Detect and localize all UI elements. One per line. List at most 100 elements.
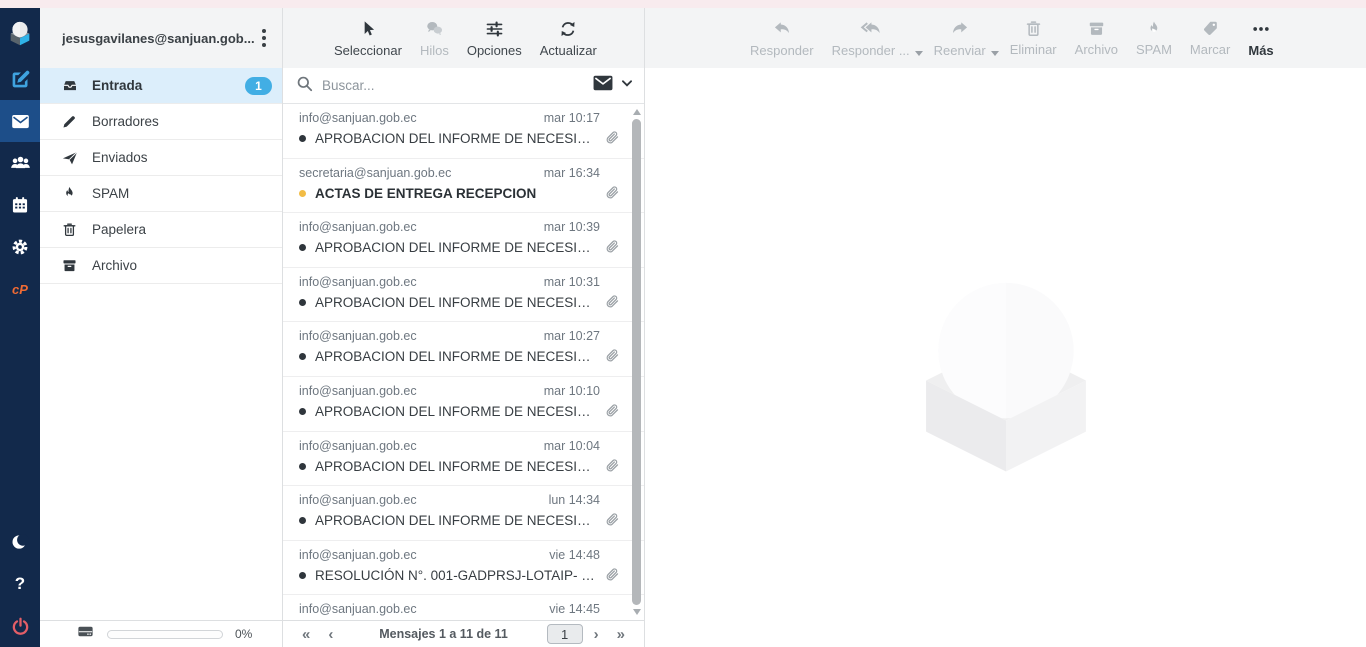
forward-icon: [949, 19, 971, 39]
message-sender: info@sanjuan.gob.ec: [299, 548, 417, 562]
send-icon: [60, 149, 79, 167]
message-subject: APROBACION DEL INFORME DE NECESIDA...: [315, 295, 600, 310]
mail-icon[interactable]: [0, 100, 40, 142]
power-icon[interactable]: [0, 605, 40, 647]
gear-icon[interactable]: [0, 226, 40, 268]
cpanel-icon[interactable]: cP: [0, 268, 40, 310]
first-page-button[interactable]: «: [295, 627, 317, 642]
reply-all-button[interactable]: Responder ...: [823, 17, 919, 60]
webmail-app: cP ? jesusgavilanes@sanjuan.gob....: [0, 8, 1366, 647]
message-sender: secretaria@sanjuan.gob.ec: [299, 166, 451, 180]
attachment-icon: [605, 566, 620, 583]
archive-button[interactable]: Archivo: [1066, 17, 1127, 59]
message-toolbar: Responder Responder ... Reenvi: [645, 8, 1366, 68]
reply-all-caret-icon[interactable]: [915, 51, 923, 56]
message-row[interactable]: secretaria@sanjuan.gob.ecmar 16:34 ACTAS…: [283, 159, 644, 214]
message-row[interactable]: info@sanjuan.gob.ecmar 10:39 APROBACION …: [283, 213, 644, 268]
more-button[interactable]: Más: [1239, 17, 1282, 60]
select-button[interactable]: Seleccionar: [325, 17, 411, 60]
calendar-icon[interactable]: [0, 184, 40, 226]
folder-item-borradores[interactable]: Borradores: [40, 104, 282, 140]
message-date: vie 14:48: [549, 548, 600, 562]
envelope-icon: [592, 74, 614, 97]
folder-item-archivo[interactable]: Archivo: [40, 248, 282, 284]
quota-percent: 0%: [235, 627, 252, 641]
kebab-menu-icon[interactable]: [254, 23, 274, 53]
scroll-down-icon[interactable]: [633, 609, 641, 615]
quota-progress: [107, 630, 223, 639]
message-date: mar 10:31: [544, 275, 600, 289]
message-date: vie 14:45: [549, 602, 600, 616]
folder-label: Enviados: [92, 150, 272, 165]
folder-label: SPAM: [92, 186, 272, 201]
folder-item-papelera[interactable]: Papelera: [40, 212, 282, 248]
reply-all-icon: [859, 19, 883, 39]
contacts-icon[interactable]: [0, 142, 40, 184]
page-number-input[interactable]: [547, 624, 583, 644]
message-sender: info@sanjuan.gob.ec: [299, 111, 417, 125]
message-row[interactable]: info@sanjuan.gob.ec mar 10:31 APROBACION …: [283, 268, 644, 323]
message-row[interactable]: info@sanjuan.gob.eclun 14:34 APROBACION …: [283, 486, 644, 541]
folder-label: Borradores: [92, 114, 272, 129]
reply-icon: [771, 19, 793, 39]
delete-button[interactable]: Eliminar: [1001, 17, 1066, 59]
attachment-icon: [605, 511, 620, 528]
next-page-button[interactable]: ›: [587, 627, 606, 642]
message-row[interactable]: info@sanjuan.gob.ec vie 14:48 RESOLUCIÓN …: [283, 541, 644, 596]
message-row[interactable]: info@sanjuan.gob.ecmar 10:10 APROBACION …: [283, 377, 644, 432]
message-date: mar 10:17: [544, 111, 600, 125]
threads-button[interactable]: Hilos: [411, 17, 458, 60]
reply-button[interactable]: Responder: [741, 17, 823, 60]
attachment-icon: [605, 293, 620, 310]
scroll-up-icon[interactable]: [633, 109, 641, 115]
message-subject: APROBACION DEL INFORME DE NECESIDA...: [315, 349, 600, 364]
message-sender: info@sanjuan.gob.ec: [299, 602, 417, 616]
refresh-button[interactable]: Actualizar: [531, 17, 606, 60]
message-sender: info@sanjuan.gob.ec: [299, 275, 417, 289]
message-sender: info@sanjuan.gob.ec: [299, 439, 417, 453]
message-row[interactable]: info@sanjuan.gob.ecmar 10:04 APROBACION …: [283, 432, 644, 487]
chevron-down-icon: [620, 76, 634, 95]
options-button[interactable]: Opciones: [458, 17, 531, 60]
message-row[interactable]: info@sanjuan.gob.ec vie 14:45: [283, 595, 644, 620]
search-input[interactable]: [322, 78, 584, 93]
cursor-icon: [358, 19, 378, 39]
roundcube-logo-icon: [0, 8, 40, 58]
trash-icon: [1024, 19, 1043, 38]
folder-item-spam[interactable]: SPAM: [40, 176, 282, 212]
message-row[interactable]: info@sanjuan.gob.ec mar 10:17 APROBACION …: [283, 104, 644, 159]
message-row[interactable]: info@sanjuan.gob.ecmar 10:27 APROBACION …: [283, 322, 644, 377]
last-page-button[interactable]: »: [610, 627, 632, 642]
content-panel: Responder Responder ... Reenvi: [645, 8, 1366, 647]
scrollbar-thumb[interactable]: [632, 119, 641, 605]
message-subject: APROBACION DEL INFORME DE NECESIDA...: [315, 404, 600, 419]
refresh-icon: [558, 19, 578, 39]
message-date: mar 10:27: [544, 329, 600, 343]
flame-icon: [1145, 19, 1163, 38]
forward-caret-icon[interactable]: [991, 51, 999, 56]
compose-icon[interactable]: [0, 58, 40, 100]
search-scope-button[interactable]: [592, 74, 634, 97]
forward-button[interactable]: Reenviar: [925, 17, 995, 60]
folder-item-entrada[interactable]: Entrada 1: [40, 68, 282, 104]
message-date: mar 10:04: [544, 439, 600, 453]
search-icon: [295, 74, 314, 98]
unread-count-badge: 1: [245, 77, 272, 95]
help-icon[interactable]: ?: [0, 563, 40, 605]
folder-item-enviados[interactable]: Enviados: [40, 140, 282, 176]
tag-icon: [1201, 19, 1220, 38]
spam-button[interactable]: SPAM: [1127, 17, 1181, 59]
prev-page-button[interactable]: ‹: [321, 627, 340, 642]
mark-button[interactable]: Marcar: [1181, 17, 1239, 59]
message-subject: RESOLUCIÓN N°. 001-GADPRSJ-LOTAIP- 20...: [315, 568, 600, 583]
folder-label: Entrada: [92, 78, 232, 93]
status-dot-icon: [299, 244, 306, 251]
list-scrollbar[interactable]: [630, 104, 643, 620]
status-dot-icon: [299, 135, 306, 142]
moon-icon[interactable]: [0, 521, 40, 563]
more-dots-icon: [1250, 19, 1272, 39]
message-subject: APROBACION DEL INFORME DE NECESIDA...: [315, 131, 600, 146]
account-email: jesusgavilanes@sanjuan.gob....: [62, 31, 254, 46]
inbox-icon: [60, 77, 79, 95]
pencil-icon: [60, 113, 79, 130]
